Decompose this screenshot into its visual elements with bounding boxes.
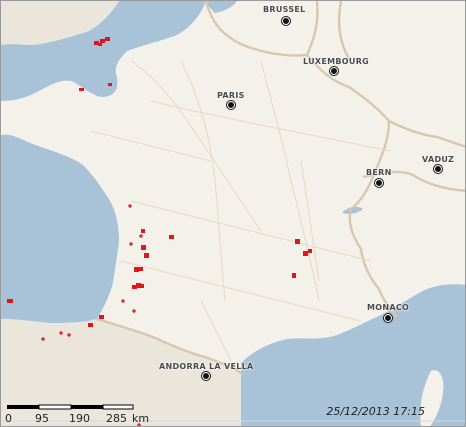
- scale-segment: [102, 404, 134, 410]
- detection-mark: [79, 88, 84, 91]
- city-label-andorra: ANDORRA LA VELLA: [159, 362, 254, 371]
- scale-label-0: 0: [5, 412, 12, 425]
- city-label-paris: PARIS: [217, 91, 245, 100]
- detection-mark: [108, 83, 112, 86]
- map-timestamp: 25/12/2013 17:15: [326, 405, 425, 418]
- city-label-luxembourg: LUXEMBOURG: [303, 57, 370, 66]
- city-marker-brussel[interactable]: [282, 17, 290, 25]
- city-marker-bern[interactable]: [375, 179, 383, 187]
- scale-bar-graphic: [7, 404, 134, 410]
- scale-segment: [71, 405, 103, 409]
- detection-mark: [139, 267, 143, 271]
- detection-mark: [99, 315, 104, 319]
- detection-mark: [140, 284, 144, 288]
- detection-mark: [141, 245, 146, 250]
- detection-mark: [100, 39, 105, 43]
- city-marker-paris[interactable]: [227, 101, 235, 109]
- scale-segment: [38, 404, 72, 410]
- city-marker-vaduz[interactable]: [434, 165, 442, 173]
- map-frame[interactable]: BRUSSEL LUXEMBOURG PARIS BERN VADUZ MONA…: [0, 0, 466, 427]
- detection-mark: [295, 239, 300, 244]
- detection-mark: [141, 229, 145, 233]
- detection-mark: [169, 235, 174, 239]
- detection-mark: [292, 273, 296, 278]
- detection-mark: [303, 251, 308, 256]
- city-label-monaco: MONACO: [367, 303, 410, 312]
- city-marker-andorra[interactable]: [202, 372, 210, 380]
- city-label-vaduz: VADUZ: [422, 155, 455, 164]
- detection-mark: [88, 323, 93, 327]
- detection-mark: [132, 285, 137, 289]
- detection-mark: [144, 253, 149, 258]
- scale-label-95: 95: [35, 412, 49, 425]
- city-marker-luxembourg[interactable]: [330, 67, 338, 75]
- detection-mark: [134, 267, 139, 272]
- city-label-brussel: BRUSSEL: [263, 5, 306, 14]
- city-marker-monaco[interactable]: [384, 314, 392, 322]
- scale-label-190: 190: [69, 412, 90, 425]
- city-label-bern: BERN: [366, 168, 392, 177]
- detection-mark: [98, 43, 102, 46]
- scale-unit: km: [132, 412, 150, 425]
- scale-segment: [7, 405, 39, 409]
- scale-label-285: 285: [106, 412, 127, 425]
- detection-mark: [308, 249, 312, 253]
- detection-mark: [105, 37, 110, 41]
